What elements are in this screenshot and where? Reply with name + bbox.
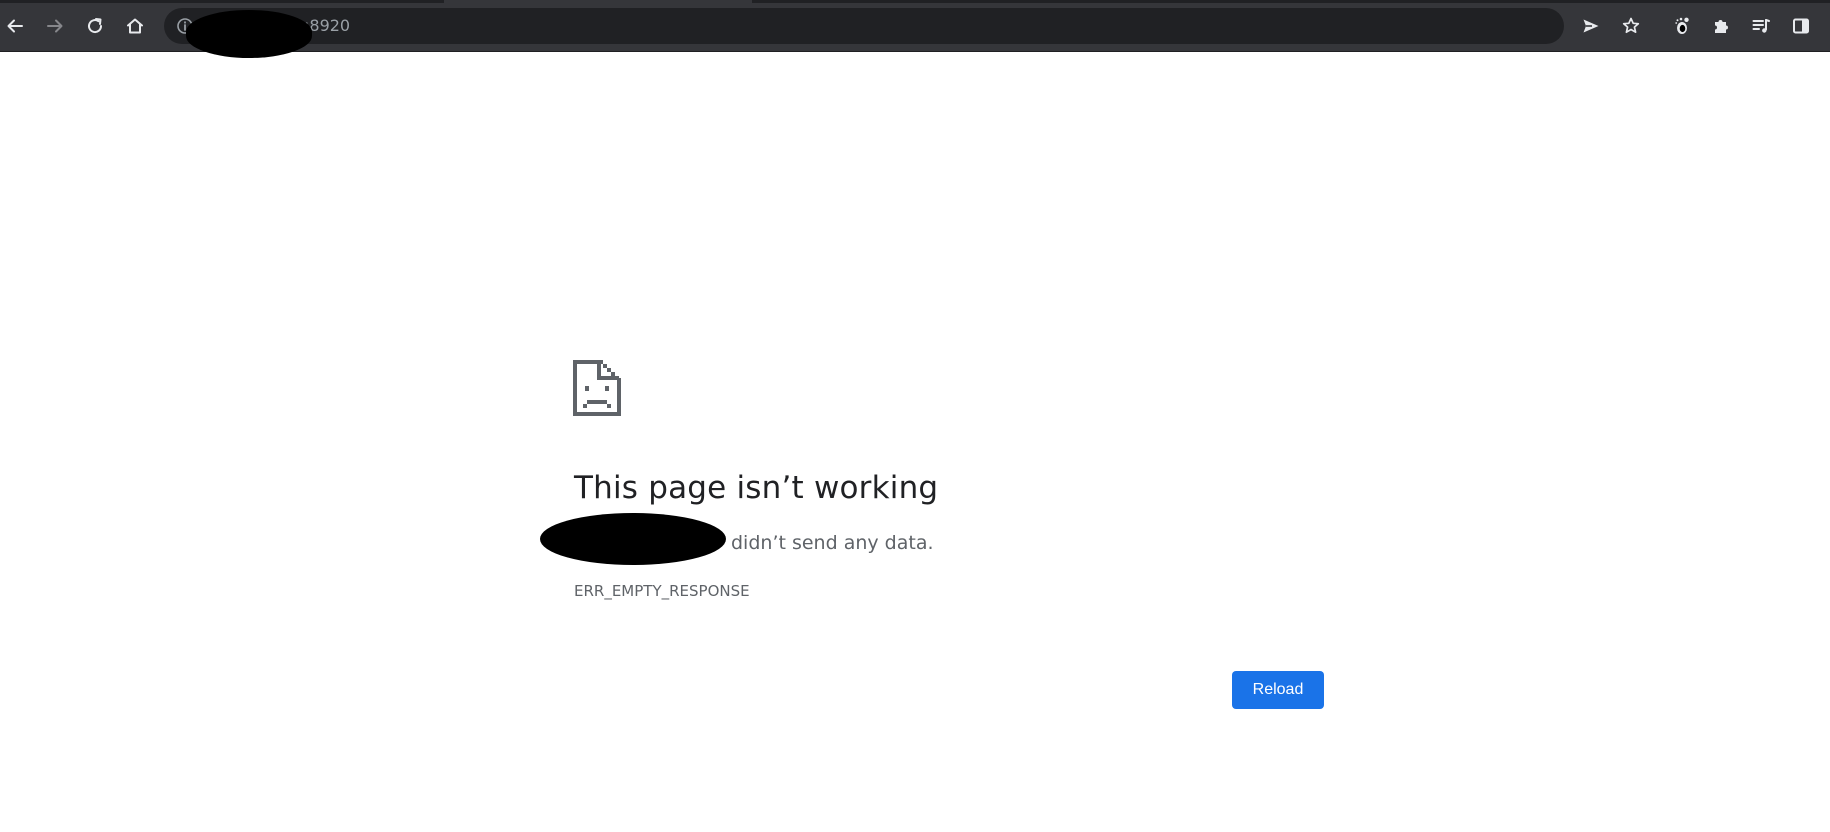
error-message: didn’t send any data. (731, 532, 934, 554)
star-icon (1622, 17, 1640, 34)
redaction-mark (540, 513, 726, 565)
error-title: This page isn’t working (574, 470, 939, 506)
browser-toolbar: :8920 (0, 0, 1830, 58)
sad-page-icon (573, 360, 621, 416)
gnome-icon (1675, 17, 1689, 34)
reload-button[interactable] (80, 11, 110, 41)
send-icon (1583, 19, 1599, 33)
reading-list-button[interactable] (1746, 11, 1776, 41)
error-code: ERR_EMPTY_RESPONSE (574, 582, 750, 600)
extensions-button[interactable] (1706, 11, 1736, 41)
side-panel-button[interactable] (1786, 11, 1816, 41)
active-tab-edge[interactable] (444, 0, 752, 3)
home-icon (127, 18, 143, 34)
arrow-left-icon (7, 19, 23, 33)
tab-strip-edge (0, 0, 1830, 3)
puzzle-icon (1715, 20, 1728, 33)
back-button[interactable] (0, 11, 30, 41)
bookmark-button[interactable] (1616, 11, 1646, 41)
reload-page-button[interactable]: Reload (1232, 671, 1324, 709)
side-panel-icon (1793, 18, 1809, 34)
reload-icon (88, 18, 103, 34)
address-bar[interactable]: :8920 (164, 8, 1564, 58)
forward-button[interactable] (40, 11, 70, 41)
send-button[interactable] (1576, 11, 1606, 41)
extension-button[interactable] (1666, 11, 1696, 41)
redaction-mark (186, 10, 312, 58)
arrow-right-icon (47, 19, 63, 33)
home-button[interactable] (120, 11, 150, 41)
reading-list-icon (1752, 19, 1770, 33)
